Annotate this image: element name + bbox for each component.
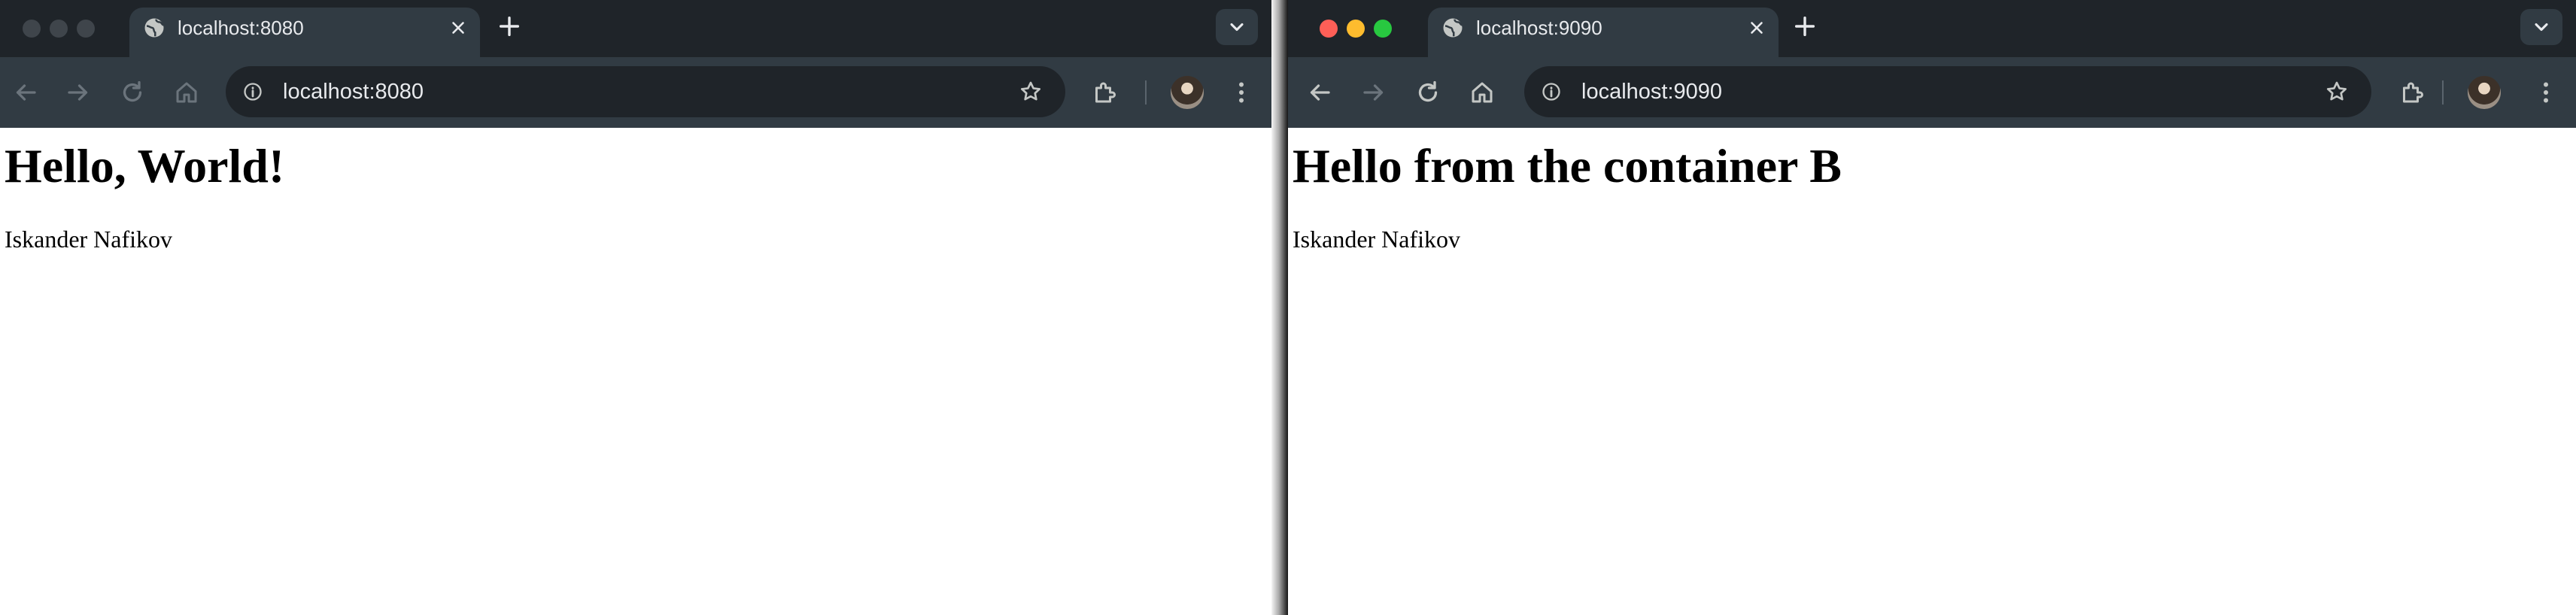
star-icon[interactable] [2325, 80, 2349, 104]
tab-localhost-8080[interactable]: localhost:8080 [129, 8, 480, 57]
forward-arrow-icon[interactable] [1360, 79, 1387, 106]
browser-window-right: localhost:9090 localhost:9090 Hello from… [1288, 0, 2576, 615]
toolbar-divider [1145, 80, 1147, 105]
home-icon[interactable] [173, 79, 200, 106]
page-content: Hello from the container B Iskander Nafi… [1288, 128, 2576, 615]
url-text[interactable]: localhost:9090 [1581, 78, 1722, 105]
back-arrow-icon[interactable] [1306, 79, 1333, 106]
info-icon[interactable] [1541, 81, 1562, 102]
kebab-menu-icon[interactable] [2532, 79, 2559, 106]
tab-localhost-9090[interactable]: localhost:9090 [1428, 8, 1779, 57]
address-bar[interactable]: localhost:8080 [226, 66, 1065, 117]
tab-search-button[interactable] [1216, 9, 1258, 45]
toolbar: localhost:8080 [0, 57, 1271, 128]
window-shadow-divider [1271, 0, 1288, 615]
plus-icon[interactable] [497, 14, 522, 39]
chevron-down-icon [2535, 23, 2548, 32]
home-icon[interactable] [1469, 79, 1496, 106]
close-window-button[interactable] [1320, 20, 1338, 38]
puzzle-icon[interactable] [2398, 79, 2426, 106]
reload-icon[interactable] [1414, 79, 1441, 106]
back-arrow-icon[interactable] [12, 79, 39, 106]
page-text: Iskander Nafikov [1293, 226, 1461, 253]
kebab-menu-icon[interactable] [1228, 79, 1255, 106]
zoom-window-button[interactable] [77, 20, 95, 38]
puzzle-icon[interactable] [1091, 79, 1118, 106]
info-icon[interactable] [242, 81, 263, 102]
page-heading: Hello, World! [5, 139, 285, 192]
avatar[interactable] [2468, 76, 2501, 109]
minimize-window-button[interactable] [1347, 20, 1365, 38]
page-heading: Hello from the container B [1293, 139, 1842, 192]
toolbar-divider [2442, 80, 2444, 105]
avatar[interactable] [1171, 76, 1204, 109]
plus-icon[interactable] [1792, 14, 1818, 39]
tab-search-button[interactable] [2520, 9, 2562, 45]
toolbar: localhost:9090 [1288, 57, 2576, 128]
zoom-window-button[interactable] [1374, 20, 1392, 38]
globe-icon [144, 18, 164, 38]
address-bar[interactable]: localhost:9090 [1524, 66, 2371, 117]
close-icon[interactable] [1747, 18, 1766, 38]
reload-icon[interactable] [119, 79, 146, 106]
tab-strip: localhost:9090 [1288, 0, 2576, 57]
page-text: Iskander Nafikov [5, 226, 173, 253]
tab-strip: localhost:8080 [0, 0, 1271, 57]
globe-icon [1443, 18, 1463, 38]
chevron-down-icon [1230, 23, 1244, 32]
url-text[interactable]: localhost:8080 [283, 78, 424, 105]
browser-window-left: localhost:8080 localhost:8080 Hello, Wor… [0, 0, 1271, 615]
minimize-window-button[interactable] [50, 20, 68, 38]
star-icon[interactable] [1019, 80, 1043, 104]
tab-title: localhost:8080 [178, 17, 304, 39]
forward-arrow-icon[interactable] [65, 79, 92, 106]
close-window-button[interactable] [23, 20, 41, 38]
tab-title: localhost:9090 [1476, 17, 1602, 39]
page-content: Hello, World! Iskander Nafikov [0, 128, 1271, 615]
close-icon[interactable] [448, 18, 468, 38]
